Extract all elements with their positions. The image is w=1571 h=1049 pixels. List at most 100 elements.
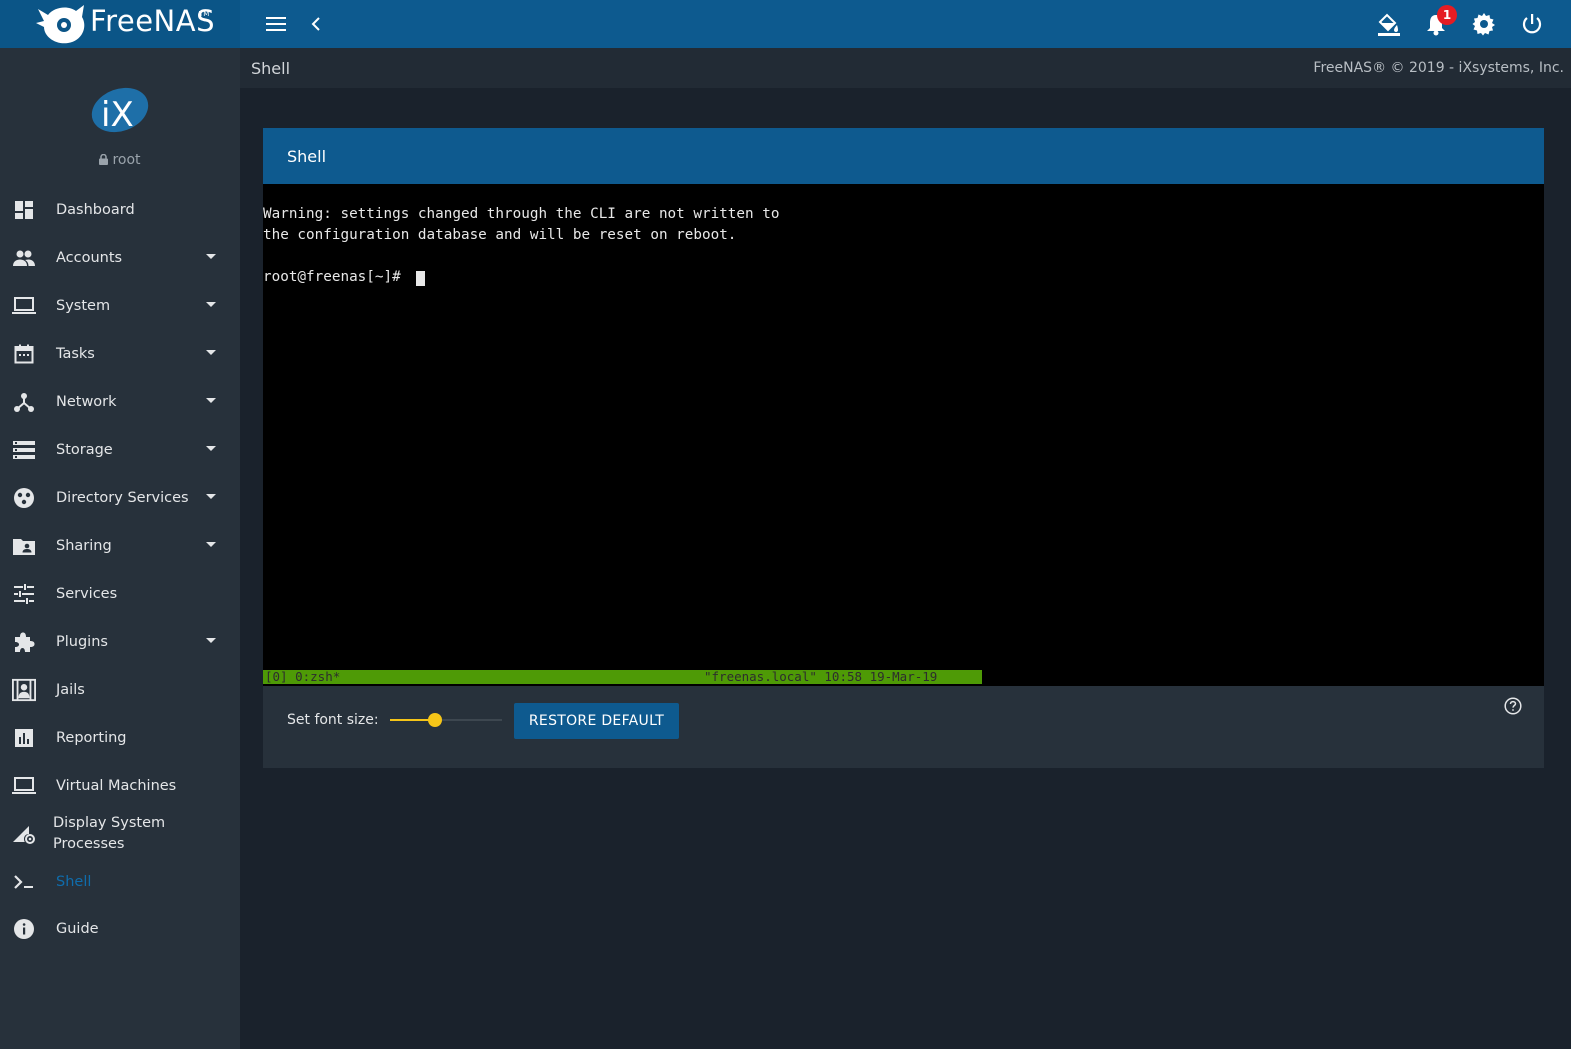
sidebar-item-label: Accounts [56, 250, 123, 266]
shell-controls: Set font size: RESTORE DEFAULT [263, 686, 1544, 768]
sidebar-item-label: Virtual Machines [56, 778, 177, 794]
terminal-cursor [416, 271, 425, 286]
caret-down-icon [206, 254, 216, 259]
sidebar-item-label: Jails [56, 682, 85, 698]
sidebar-item-label-line2: Processes [53, 836, 125, 852]
sidebar-item-system[interactable]: System [0, 282, 240, 330]
terminal-prompt: root@freenas[~]# [263, 269, 410, 285]
theme-button[interactable] [1372, 8, 1404, 40]
username: root [112, 152, 141, 168]
brand-trademark: TM [199, 10, 210, 18]
sidebar-item-virtual-machines[interactable]: Virtual Machines [0, 762, 240, 810]
caret-down-icon [206, 302, 216, 307]
tmux-status-right: "freenas.local" 10:58 19-Mar-19 [704, 669, 938, 684]
restore-default-button[interactable]: RESTORE DEFAULT [514, 703, 679, 739]
sidebar-item-label: Tasks [56, 346, 95, 362]
sidebar-item-shell[interactable]: Shell [0, 858, 240, 906]
user-label: root [0, 152, 240, 168]
terminal-line: the configuration database and will be r… [263, 227, 737, 243]
sidebar: iX root Dashboard Accounts System Tasks [0, 48, 240, 1049]
sidebar-item-label: Guide [56, 921, 99, 937]
caret-down-icon [206, 638, 216, 643]
page-title: Shell [251, 59, 291, 78]
people-icon [12, 246, 36, 270]
laptop-icon [12, 774, 36, 798]
notification-badge: 1 [1437, 5, 1457, 25]
sidebar-item-accounts[interactable]: Accounts [0, 234, 240, 282]
sidebar-item-label: Network [56, 394, 117, 410]
storage-icon [12, 438, 36, 462]
paint-bucket-icon [1378, 13, 1400, 36]
terminal-line: Warning: settings changed through the CL… [263, 206, 780, 222]
shell-card: Shell Warning: settings changed through … [263, 128, 1544, 768]
caret-down-icon [206, 542, 216, 547]
caret-down-icon [206, 350, 216, 355]
sidebar-item-tasks[interactable]: Tasks [0, 330, 240, 378]
sidebar-item-label-line1: Display System [53, 815, 166, 831]
calendar-icon [12, 342, 36, 366]
copyright-text: FreeNAS® © 2019 - iXsystems, Inc. [1313, 60, 1564, 76]
slider-thumb[interactable] [427, 713, 442, 727]
shell-card-title: Shell [287, 147, 327, 166]
sidebar-item-storage[interactable]: Storage [0, 426, 240, 474]
sidebar-item-label: Plugins [56, 634, 108, 650]
sidebar-item-label: Reporting [56, 730, 127, 746]
sidebar-item-reporting[interactable]: Reporting [0, 714, 240, 762]
puzzle-icon [12, 630, 36, 654]
lock-icon [99, 153, 109, 165]
power-icon [1522, 14, 1542, 34]
ix-logo-icon: iX [91, 87, 149, 134]
top-bar: FreeNAS TM 1 [0, 0, 1571, 48]
help-icon[interactable] [1504, 697, 1522, 715]
freenas-logo-icon [36, 5, 85, 44]
sidebar-item-guide[interactable]: Guide [0, 905, 240, 953]
font-size-label: Set font size: [287, 712, 379, 728]
caret-down-icon [206, 398, 216, 403]
svg-text:iX: iX [101, 95, 134, 134]
power-button[interactable] [1516, 8, 1548, 40]
info-icon [12, 917, 36, 941]
sidebar-item-label: Services [56, 586, 118, 602]
gear-icon [1472, 13, 1495, 36]
shell-card-header: Shell [263, 128, 1544, 184]
directory-icon [12, 486, 36, 510]
sidebar-item-label: Directory Services [56, 490, 189, 506]
chevron-left-icon [311, 17, 320, 31]
sidebar-item-label: System [56, 298, 111, 314]
brand[interactable]: FreeNAS TM [0, 0, 240, 48]
dashboard-icon [12, 198, 36, 222]
network-icon [12, 390, 36, 414]
shared-folder-icon [12, 534, 36, 558]
sidebar-item-label: Shell [56, 874, 92, 890]
caret-down-icon [206, 446, 216, 451]
sidebar-item-label: Dashboard [56, 202, 135, 218]
sidebar-item-jails[interactable]: Jails [0, 666, 240, 714]
sidebar-item-directory-services[interactable]: Directory Services [0, 474, 240, 522]
sidebar-item-network[interactable]: Network [0, 378, 240, 426]
hamburger-icon [266, 17, 286, 31]
settings-button[interactable] [1468, 8, 1500, 40]
chart-icon [12, 726, 36, 750]
sidebar-item-plugins[interactable]: Plugins [0, 618, 240, 666]
brand-name: FreeNAS [90, 4, 215, 38]
menu-toggle-button[interactable] [260, 8, 292, 40]
sidebar-item-label: Display System Processes [53, 813, 203, 855]
laptop-icon [12, 294, 36, 318]
processes-icon [12, 822, 36, 846]
sidebar-item-services[interactable]: Services [0, 570, 240, 618]
sidebar-item-dashboard[interactable]: Dashboard [0, 186, 240, 234]
tmux-status-bar: [0] 0:zsh* "freenas.local" 10:58 19-Mar-… [263, 670, 982, 684]
tune-icon [12, 582, 36, 606]
sidebar-item-display-system-processes[interactable]: Display System Processes [0, 808, 240, 860]
sidebar-item-label: Storage [56, 442, 113, 458]
tmux-window-list: [0] 0:zsh* [265, 669, 341, 684]
caret-down-icon [206, 494, 216, 499]
collapse-sidebar-button[interactable] [300, 8, 332, 40]
page-header: Shell FreeNAS® © 2019 - iXsystems, Inc. [240, 48, 1571, 88]
terminal-icon [12, 870, 36, 894]
font-size-slider[interactable] [390, 712, 502, 728]
jail-icon [12, 678, 36, 702]
terminal[interactable]: Warning: settings changed through the CL… [263, 184, 1544, 686]
sidebar-item-sharing[interactable]: Sharing [0, 522, 240, 570]
sidebar-item-label: Sharing [56, 538, 112, 554]
